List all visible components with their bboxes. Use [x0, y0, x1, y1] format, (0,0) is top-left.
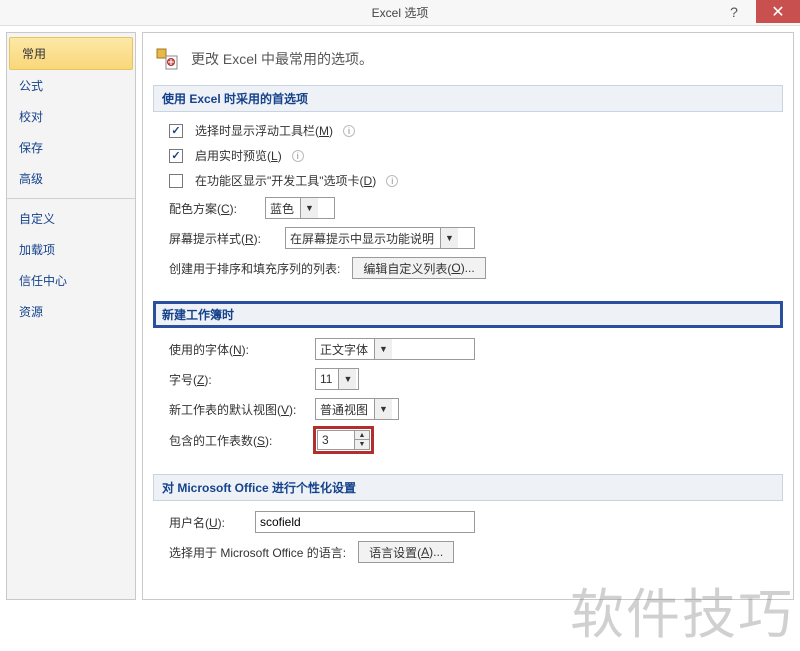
- size-combo[interactable]: 11 ▼: [315, 368, 359, 390]
- chevron-down-icon: ▼: [374, 339, 392, 359]
- pref-minibar-row: 选择时显示浮动工具栏(M) i: [169, 122, 777, 139]
- edit-custom-lists-button[interactable]: 编辑自定义列表(O)...: [352, 257, 485, 279]
- sidebar-item-save[interactable]: 保存: [7, 132, 135, 163]
- help-button[interactable]: ?: [712, 0, 756, 23]
- color-scheme-label: 配色方案(C):: [169, 200, 259, 217]
- view-combo[interactable]: 普通视图 ▼: [315, 398, 399, 420]
- tipstyle-label: 屏幕提示样式(R):: [169, 230, 279, 247]
- sidebar-item-trust[interactable]: 信任中心: [7, 265, 135, 296]
- content-header-text: 更改 Excel 中最常用的选项。: [191, 49, 373, 69]
- section-preferences-title: 使用 Excel 时采用的首选项: [153, 85, 783, 112]
- content-panel: 更改 Excel 中最常用的选项。 使用 Excel 时采用的首选项 选择时显示…: [142, 32, 794, 600]
- sidebar-item-addins[interactable]: 加载项: [7, 234, 135, 265]
- font-combo[interactable]: 正文字体 ▼: [315, 338, 475, 360]
- sheets-spinner[interactable]: 3 ▲ ▼: [317, 430, 370, 450]
- spinner-up-icon[interactable]: ▲: [355, 431, 369, 440]
- sidebar: 常用 公式 校对 保存 高级 自定义 加载项 信任中心 资源: [6, 32, 136, 600]
- lang-label: 选择用于 Microsoft Office 的语言:: [169, 544, 346, 561]
- sidebar-separator: [7, 198, 135, 199]
- checkbox-devtab[interactable]: [169, 174, 183, 188]
- username-input[interactable]: [255, 511, 475, 533]
- spinner-down-icon[interactable]: ▼: [355, 440, 369, 449]
- settings-icon: [153, 45, 181, 73]
- checkbox-livepreview-label: 启用实时预览(L): [195, 147, 282, 164]
- section-personalize-body: 用户名(U): 选择用于 Microsoft Office 的语言: 语言设置(…: [153, 501, 783, 575]
- sidebar-item-proofing[interactable]: 校对: [7, 101, 135, 132]
- sidebar-item-formulas[interactable]: 公式: [7, 70, 135, 101]
- tipstyle-value: 在屏幕提示中显示功能说明: [286, 228, 440, 249]
- info-icon[interactable]: i: [292, 150, 304, 162]
- tipstyle-row: 屏幕提示样式(R): 在屏幕提示中显示功能说明 ▼: [169, 227, 777, 249]
- view-value: 普通视图: [316, 399, 374, 420]
- size-value: 11: [316, 370, 338, 388]
- sheets-row: 包含的工作表数(S): 3 ▲ ▼: [169, 428, 777, 452]
- color-scheme-row: 配色方案(C): 蓝色 ▼: [169, 197, 777, 219]
- chevron-down-icon: ▼: [374, 399, 392, 419]
- language-settings-button[interactable]: 语言设置(A)...: [358, 541, 454, 563]
- section-new-workbook-body: 使用的字体(N): 正文字体 ▼ 字号(Z): 11 ▼ 新工作表的默认视图(V…: [153, 328, 783, 464]
- tipstyle-combo[interactable]: 在屏幕提示中显示功能说明 ▼: [285, 227, 475, 249]
- lang-row: 选择用于 Microsoft Office 的语言: 语言设置(A)...: [169, 541, 777, 563]
- close-button[interactable]: ✕: [756, 0, 800, 23]
- size-label: 字号(Z):: [169, 371, 309, 388]
- pref-devtab-row: 在功能区显示"开发工具"选项卡(D) i: [169, 172, 777, 189]
- username-label: 用户名(U):: [169, 514, 249, 531]
- info-icon[interactable]: i: [386, 175, 398, 187]
- username-row: 用户名(U):: [169, 511, 777, 533]
- size-row: 字号(Z): 11 ▼: [169, 368, 777, 390]
- checkbox-minibar-label: 选择时显示浮动工具栏(M): [195, 122, 333, 139]
- section-preferences: 使用 Excel 时采用的首选项 选择时显示浮动工具栏(M) i 启用实时预览(…: [153, 85, 783, 291]
- color-scheme-value: 蓝色: [266, 198, 300, 219]
- section-new-workbook-title: 新建工作簿时: [153, 301, 783, 328]
- sidebar-item-customize[interactable]: 自定义: [7, 203, 135, 234]
- chevron-down-icon: ▼: [300, 198, 318, 218]
- section-personalize: 对 Microsoft Office 进行个性化设置 用户名(U): 选择用于 …: [153, 474, 783, 575]
- chevron-down-icon: ▼: [440, 228, 458, 248]
- checkbox-livepreview[interactable]: [169, 149, 183, 163]
- sheets-value[interactable]: 3: [318, 431, 354, 449]
- section-new-workbook: 新建工作簿时 使用的字体(N): 正文字体 ▼ 字号(Z): 11 ▼: [153, 301, 783, 464]
- font-value: 正文字体: [316, 339, 374, 360]
- font-label: 使用的字体(N):: [169, 341, 309, 358]
- section-personalize-title: 对 Microsoft Office 进行个性化设置: [153, 474, 783, 501]
- checkbox-minibar[interactable]: [169, 124, 183, 138]
- view-row: 新工作表的默认视图(V): 普通视图 ▼: [169, 398, 777, 420]
- spinner-controls: ▲ ▼: [354, 431, 369, 449]
- info-icon[interactable]: i: [343, 125, 355, 137]
- view-label: 新工作表的默认视图(V):: [169, 401, 309, 418]
- font-row: 使用的字体(N): 正文字体 ▼: [169, 338, 777, 360]
- sidebar-item-advanced[interactable]: 高级: [7, 163, 135, 194]
- color-scheme-combo[interactable]: 蓝色 ▼: [265, 197, 335, 219]
- window-buttons: ? ✕: [712, 0, 800, 23]
- content-header: 更改 Excel 中最常用的选项。: [153, 41, 783, 85]
- sheets-label: 包含的工作表数(S):: [169, 432, 309, 449]
- title-bar: Excel 选项 ? ✕: [0, 0, 800, 26]
- section-preferences-body: 选择时显示浮动工具栏(M) i 启用实时预览(L) i 在功能区显示"开发工具"…: [153, 112, 783, 291]
- checkbox-devtab-label: 在功能区显示"开发工具"选项卡(D): [195, 172, 376, 189]
- pref-livepreview-row: 启用实时预览(L) i: [169, 147, 777, 164]
- sidebar-item-resources[interactable]: 资源: [7, 296, 135, 327]
- main-area: 常用 公式 校对 保存 高级 自定义 加载项 信任中心 资源 更改 Excel …: [0, 26, 800, 606]
- window-title: Excel 选项: [0, 4, 800, 21]
- chevron-down-icon: ▼: [338, 369, 356, 389]
- sortlist-label: 创建用于排序和填充序列的列表:: [169, 260, 340, 277]
- sidebar-item-general[interactable]: 常用: [9, 37, 133, 70]
- sheets-highlight: 3 ▲ ▼: [315, 428, 372, 452]
- sortlist-row: 创建用于排序和填充序列的列表: 编辑自定义列表(O)...: [169, 257, 777, 279]
